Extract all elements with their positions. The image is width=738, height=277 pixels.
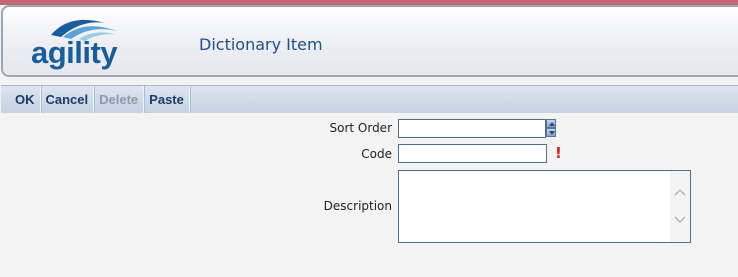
cancel-button[interactable]: Cancel — [41, 86, 95, 113]
paste-button[interactable]: Paste — [144, 86, 190, 113]
description-textarea[interactable] — [398, 170, 691, 243]
spinner-up-icon[interactable] — [546, 119, 556, 128]
toolbar: OK Cancel Delete Paste — [1, 85, 738, 114]
sort-order-label: Sort Order — [329, 121, 392, 135]
agility-logo: agility — [31, 15, 127, 75]
app-header: agility Dictionary Item — [1, 5, 738, 77]
logo-text: agility — [31, 35, 118, 70]
ok-button[interactable]: OK — [1, 86, 41, 113]
page-title: Dictionary Item — [199, 35, 323, 54]
required-icon: ! — [555, 144, 562, 162]
code-input[interactable] — [398, 144, 547, 163]
scroll-down-icon[interactable] — [674, 213, 686, 225]
spinner-down-icon[interactable] — [546, 128, 556, 137]
description-scrollbar[interactable] — [670, 171, 690, 242]
form-area: Sort Order Code ! Description — [0, 113, 738, 277]
sort-order-spinner[interactable] — [546, 119, 556, 137]
description-label: Description — [323, 199, 392, 213]
delete-button[interactable]: Delete — [94, 86, 145, 113]
sort-order-input[interactable] — [398, 119, 546, 138]
code-label: Code — [361, 147, 392, 161]
scroll-up-icon[interactable] — [674, 187, 686, 199]
